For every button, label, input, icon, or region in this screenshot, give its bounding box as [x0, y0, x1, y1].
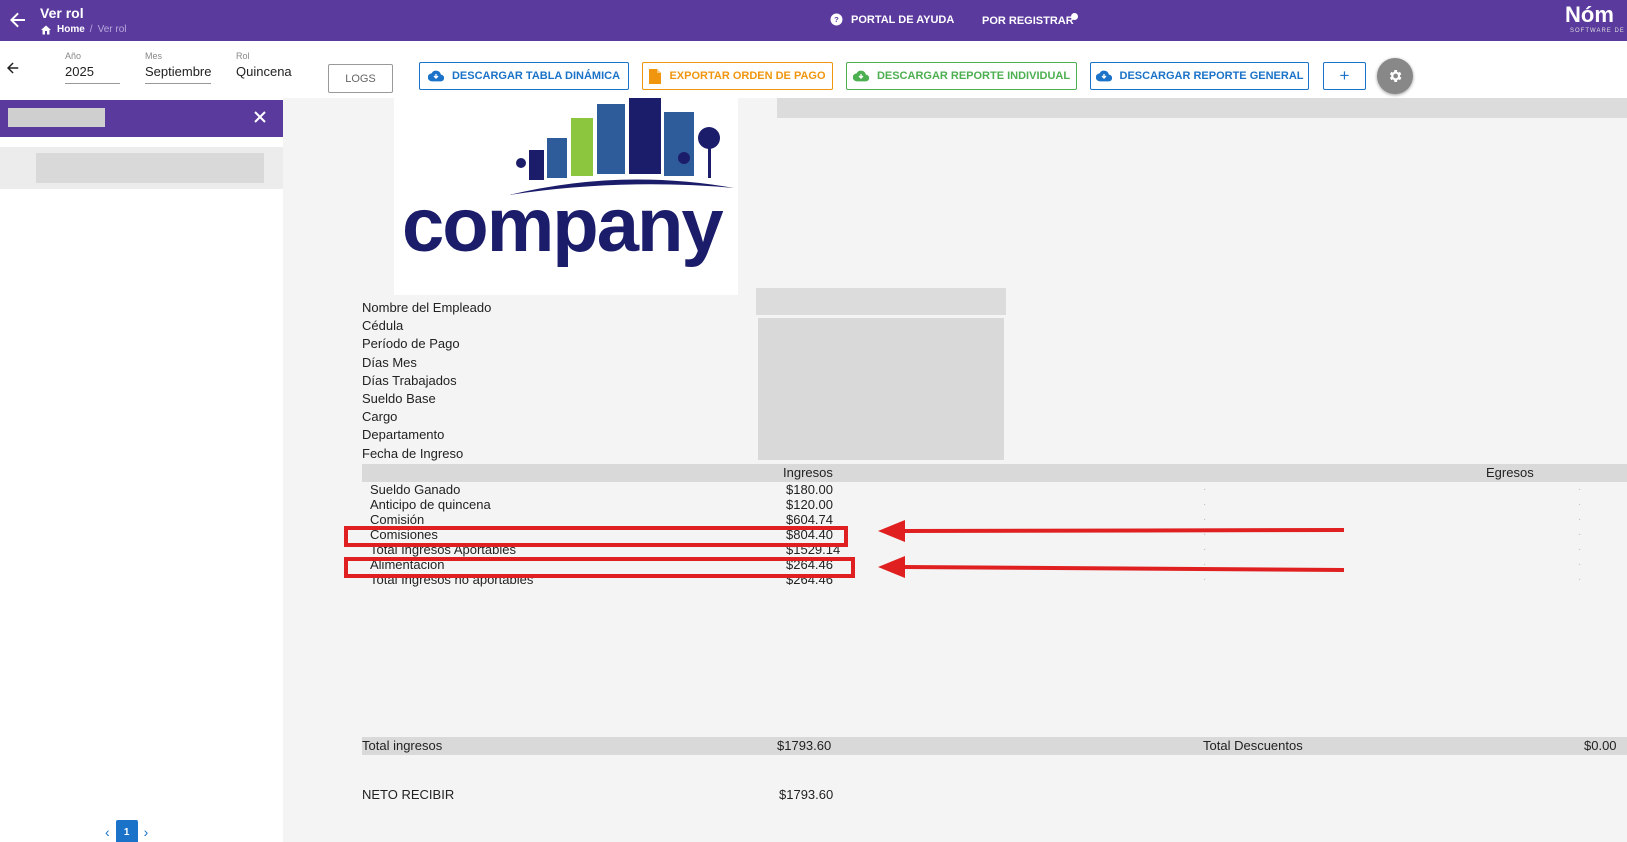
employee-sidebar: ‹ 1 › [0, 98, 283, 842]
redacted-employee-name [36, 153, 264, 183]
sidebar-header [0, 100, 283, 137]
download-individual-report-button[interactable]: DESCARGAR REPORTE INDIVIDUAL [846, 62, 1077, 90]
row-label: Comisión [370, 512, 425, 527]
total-income-value: $1793.60 [777, 738, 832, 753]
help-portal-link[interactable]: ? PORTAL DE AYUDA [830, 13, 954, 26]
annotation-arrows [878, 520, 1345, 578]
breadcrumb-current: Ver rol [97, 24, 127, 35]
month-label: Mes [145, 51, 163, 61]
net-pay-value: $1793.60 [779, 787, 834, 802]
section-header-bar: Ingresos Egresos [362, 464, 1627, 482]
export-payment-order-label: EXPORTAR ORDEN DE PAGO [669, 70, 826, 82]
brand-subtitle: SOFTWARE DE [1570, 28, 1625, 34]
download-pivot-button[interactable]: DESCARGAR TABLA DINÁMICA [419, 62, 629, 90]
pagination-prev[interactable]: ‹ [105, 824, 110, 840]
total-discounts-label: Total Descuentos [1203, 738, 1303, 753]
page-title: Ver rol [40, 5, 84, 21]
expense-header: Egresos [1486, 465, 1534, 480]
info-label: Nombre del Empleado [362, 300, 492, 315]
gear-icon [1387, 68, 1403, 84]
breadcrumb-separator: / [89, 24, 93, 35]
file-icon [649, 68, 662, 84]
cloud-download-icon [852, 70, 869, 82]
info-label: Departamento [362, 427, 445, 443]
month-select[interactable]: Mes Septiembre [145, 51, 211, 84]
company-logo: company [394, 98, 738, 295]
svg-text:?: ? [834, 15, 839, 24]
breadcrumb: Home / Ver rol [40, 24, 126, 35]
back-arrow-icon[interactable] [4, 59, 22, 77]
year-value: 2025 [65, 64, 120, 84]
info-label: Fecha de Ingreso [362, 445, 464, 461]
help-portal-label: PORTAL DE AYUDA [851, 13, 955, 26]
brand-logo: Nóm [1565, 2, 1614, 27]
download-general-report-label: DESCARGAR REPORTE GENERAL [1119, 70, 1304, 82]
payslip-view: company Nombre del Empleado Cédula Perío… [283, 98, 1627, 842]
logs-button[interactable]: LOGS [328, 64, 393, 93]
year-select[interactable]: Año 2025 [65, 51, 120, 84]
row-value: $120.00 [786, 497, 833, 512]
pagination-page[interactable]: 1 [115, 820, 138, 842]
cloud-download-icon [1095, 70, 1112, 82]
highlight-box [344, 557, 855, 578]
info-label: Cédula [362, 318, 404, 334]
info-label: Días Trabajados [362, 372, 457, 388]
sidebar-search-input[interactable] [8, 108, 105, 127]
toolbar: Año 2025 Mes Septiembre Rol Quincena LOG… [0, 41, 1627, 98]
redacted-header-block [777, 98, 1627, 118]
role-select[interactable]: Rol Quincena [236, 51, 292, 83]
logo-text: company [402, 183, 724, 268]
expense-placeholder-dots: · · · · · · · [1578, 484, 1582, 585]
year-label: Año [65, 51, 82, 61]
download-pivot-label: DESCARGAR TABLA DINÁMICA [451, 70, 621, 82]
info-label: Período de Pago [362, 336, 460, 352]
row-value: $180.00 [786, 482, 833, 497]
home-icon[interactable] [40, 24, 52, 35]
help-icon: ? [830, 13, 843, 26]
info-label: Sueldo Base [362, 390, 436, 406]
employee-list-item[interactable] [0, 147, 283, 189]
info-label: Días Mes [362, 354, 417, 370]
highlight-box [344, 526, 848, 547]
back-arrow-icon[interactable] [6, 8, 30, 32]
month-value: Septiembre [145, 64, 211, 84]
row-label: Anticipo de quincena [370, 497, 491, 512]
settings-button[interactable] [1377, 58, 1413, 94]
cloud-download-icon [427, 70, 444, 82]
role-value: Quincena [236, 64, 292, 79]
total-income-label: Total ingresos [362, 738, 443, 753]
register-link[interactable]: POR REGISTRAR [982, 15, 1074, 27]
employee-info-labels: Nombre del Empleado Cédula Período de Pa… [362, 299, 491, 463]
table-row: Anticipo de quincena $120.00 [370, 497, 870, 512]
close-icon[interactable] [252, 109, 268, 125]
row-value: $604.74 [786, 512, 833, 527]
table-row: Comisión $604.74 [370, 512, 870, 527]
role-label: Rol [236, 51, 250, 61]
export-payment-order-button[interactable]: EXPORTAR ORDEN DE PAGO [642, 62, 833, 90]
redacted-employee-name-value [756, 288, 1006, 315]
total-discounts-value: $0.00 [1584, 738, 1617, 753]
income-header: Ingresos [783, 465, 833, 480]
download-individual-report-label: DESCARGAR REPORTE INDIVIDUAL [876, 70, 1071, 82]
totals-bar: Total ingresos $1793.60 Total Descuentos… [362, 737, 1627, 755]
pagination: ‹ 1 › [105, 820, 148, 842]
row-label: Sueldo Ganado [370, 482, 461, 497]
redacted-employee-details [758, 318, 1004, 460]
breadcrumb-home[interactable]: Home [57, 24, 85, 35]
app-header: Ver rol Home / Ver rol ? PORTAL DE AYUDA… [0, 0, 1627, 41]
add-button[interactable]: + [1323, 62, 1366, 90]
notification-dot [1071, 13, 1078, 20]
table-row: Sueldo Ganado $180.00 [370, 482, 870, 497]
info-label: Cargo [362, 409, 398, 425]
net-pay-label: NETO RECIBIR [362, 787, 455, 802]
download-general-report-button[interactable]: DESCARGAR REPORTE GENERAL [1090, 62, 1309, 90]
pagination-next[interactable]: › [144, 824, 149, 840]
